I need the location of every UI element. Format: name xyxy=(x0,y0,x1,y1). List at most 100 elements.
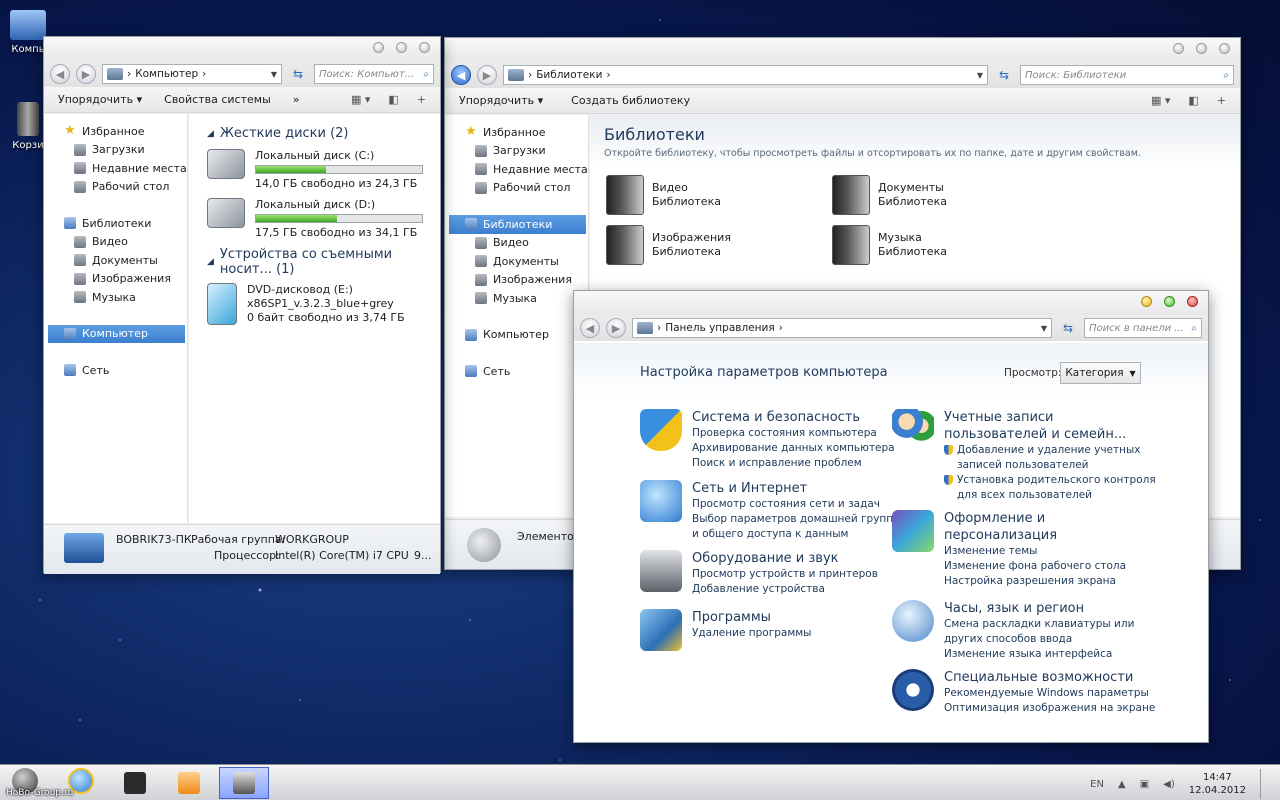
minimize-button[interactable] xyxy=(1141,296,1152,307)
task-link[interactable]: Установка родительского контроля xyxy=(944,473,1156,488)
refresh-icon[interactable]: ⇆ xyxy=(1058,321,1078,335)
close-button[interactable] xyxy=(419,42,430,53)
address-bar[interactable]: › Компьютер › ▼ xyxy=(102,64,282,84)
nav-libraries[interactable]: Библиотеки xyxy=(449,215,586,234)
address-bar[interactable]: › Библиотеки › ▼ xyxy=(503,65,988,85)
nav-favorites[interactable]: ★ Избранное xyxy=(445,123,588,142)
taskbar-control-panel[interactable] xyxy=(219,767,269,799)
clock[interactable]: 14:47 12.04.2012 xyxy=(1189,771,1246,797)
nav-desktop[interactable]: Рабочий стол xyxy=(445,179,588,198)
preview-pane-icon[interactable]: ◧ xyxy=(1188,94,1198,107)
chevron-down-icon[interactable]: ▼ xyxy=(977,71,983,80)
task-link[interactable]: Изменение фона рабочего стола xyxy=(944,559,1126,574)
nav-downloads[interactable]: Загрузки xyxy=(44,141,187,160)
forward-button[interactable]: ▶ xyxy=(76,64,96,84)
back-button[interactable]: ◀ xyxy=(580,318,600,338)
nav-network[interactable]: Сеть xyxy=(445,362,588,381)
nav-libraries[interactable]: Библиотеки xyxy=(44,214,187,233)
maximize-button[interactable] xyxy=(396,42,407,53)
network-tray-icon[interactable]: ▣ xyxy=(1140,779,1149,790)
nav-pictures[interactable]: Изображения xyxy=(44,270,187,289)
search-input[interactable]: Поиск: Компьют... ⌕ xyxy=(314,64,434,84)
close-button[interactable] xyxy=(1219,43,1230,54)
task-link-cont[interactable]: записей пользователей xyxy=(944,458,1156,473)
category-title-cont[interactable]: пользователей и семейн... xyxy=(944,426,1156,443)
nav-recent[interactable]: Недавние места xyxy=(445,160,588,179)
search-input[interactable]: Поиск в панели ... ⌕ xyxy=(1084,318,1202,338)
minimize-button[interactable] xyxy=(373,42,384,53)
nav-desktop[interactable]: Рабочий стол xyxy=(44,178,187,197)
forward-button[interactable]: ▶ xyxy=(606,318,626,338)
drive-e[interactable]: DVD-дисковод (E:) x86SP1_v.3.2.3_blue+gr… xyxy=(207,283,440,325)
view-options-icon[interactable]: ▦ ▾ xyxy=(1151,94,1170,107)
nav-recent[interactable]: Недавние места xyxy=(44,159,187,178)
nav-music[interactable]: Музыка xyxy=(445,289,588,308)
task-link[interactable]: Просмотр состояния сети и задач xyxy=(692,497,901,512)
task-link[interactable]: Настройка разрешения экрана xyxy=(944,574,1126,589)
category-title[interactable]: Система и безопасность xyxy=(692,409,895,426)
refresh-icon[interactable]: ⇆ xyxy=(288,67,308,81)
drive-c[interactable]: Локальный диск (C:) 14,0 ГБ свободно из … xyxy=(207,149,440,190)
category-title[interactable]: Учетные записи xyxy=(944,409,1156,426)
address-crumb[interactable]: Библиотеки xyxy=(536,69,602,81)
task-link[interactable]: Удаление программы xyxy=(692,626,811,641)
task-link[interactable]: Изменение темы xyxy=(944,544,1126,559)
nav-network[interactable]: Сеть xyxy=(44,361,187,380)
more-commands-button[interactable]: » xyxy=(293,93,300,106)
title-bar[interactable] xyxy=(44,37,440,61)
create-library-button[interactable]: Создать библиотеку xyxy=(571,94,690,107)
category-title-cont[interactable]: персонализация xyxy=(944,527,1126,544)
task-link[interactable]: Добавление и удаление учетных xyxy=(944,443,1156,458)
address-crumb[interactable]: Панель управления xyxy=(665,322,774,334)
nav-documents[interactable]: Документы xyxy=(445,252,588,271)
tray-arrow-icon[interactable]: ▲ xyxy=(1118,779,1126,790)
view-dropdown[interactable]: Категория ▼ xyxy=(1060,362,1141,384)
task-link[interactable]: и общего доступа к данным xyxy=(692,527,901,542)
category-title[interactable]: Специальные возможности xyxy=(944,669,1155,686)
back-button[interactable]: ◀ xyxy=(451,65,471,85)
maximize-button[interactable] xyxy=(1196,43,1207,54)
category-title[interactable]: Программы xyxy=(692,609,811,626)
library-item-music[interactable]: Музыка Библиотека xyxy=(832,225,947,265)
maximize-button[interactable] xyxy=(1164,296,1175,307)
nav-computer[interactable]: Компьютер xyxy=(48,324,185,343)
add-icon[interactable]: + xyxy=(417,93,426,106)
nav-video[interactable]: Видео xyxy=(445,234,588,253)
organize-button[interactable]: Упорядочить ▾ xyxy=(459,94,543,107)
task-link[interactable]: Изменение языка интерфейса xyxy=(944,647,1134,662)
back-button[interactable]: ◀ xyxy=(50,64,70,84)
view-options-icon[interactable]: ▦ ▾ xyxy=(351,93,370,106)
nav-downloads[interactable]: Загрузки xyxy=(445,142,588,161)
task-link[interactable]: Смена раскладки клавиатуры или xyxy=(944,617,1134,632)
address-bar[interactable]: › Панель управления › ▼ xyxy=(632,318,1052,338)
category-title[interactable]: Оборудование и звук xyxy=(692,550,878,567)
library-item-pictures[interactable]: Изображения Библиотека xyxy=(606,225,731,265)
nav-favorites[interactable]: ★ Избранное xyxy=(44,122,187,141)
nav-pictures[interactable]: Изображения xyxy=(445,271,588,290)
close-button[interactable] xyxy=(1187,296,1198,307)
chevron-down-icon[interactable]: ▼ xyxy=(271,70,277,79)
minimize-button[interactable] xyxy=(1173,43,1184,54)
start-button[interactable]: HoBo-Group.ru xyxy=(4,766,102,800)
task-link[interactable]: Добавление устройства xyxy=(692,582,878,597)
category-title[interactable]: Часы, язык и регион xyxy=(944,600,1134,617)
refresh-icon[interactable]: ⇆ xyxy=(994,68,1014,82)
task-link[interactable]: Рекомендуемые Windows параметры xyxy=(944,686,1155,701)
title-bar[interactable] xyxy=(574,291,1208,315)
language-indicator[interactable]: EN xyxy=(1090,779,1104,790)
volume-icon[interactable]: ◀) xyxy=(1163,779,1175,790)
category-title[interactable]: Сеть и Интернет xyxy=(692,480,901,497)
task-link[interactable]: Выбор параметров домашней группы xyxy=(692,512,901,527)
system-properties-button[interactable]: Свойства системы xyxy=(164,93,271,106)
taskbar-explorer[interactable] xyxy=(110,767,160,799)
library-item-video[interactable]: Видео Библиотека xyxy=(606,175,721,215)
drive-d[interactable]: Локальный диск (D:) 17,5 ГБ свободно из … xyxy=(207,198,440,239)
hdd-group-header[interactable]: ◢ Жесткие диски (2) xyxy=(207,126,440,141)
category-title[interactable]: Оформление и xyxy=(944,510,1126,527)
title-bar[interactable] xyxy=(445,38,1240,62)
organize-button[interactable]: Упорядочить ▾ xyxy=(58,93,142,106)
chevron-down-icon[interactable]: ▼ xyxy=(1041,324,1047,333)
nav-music[interactable]: Музыка xyxy=(44,288,187,307)
task-link[interactable]: других способов ввода xyxy=(944,632,1134,647)
task-link[interactable]: Поиск и исправление проблем xyxy=(692,456,895,471)
